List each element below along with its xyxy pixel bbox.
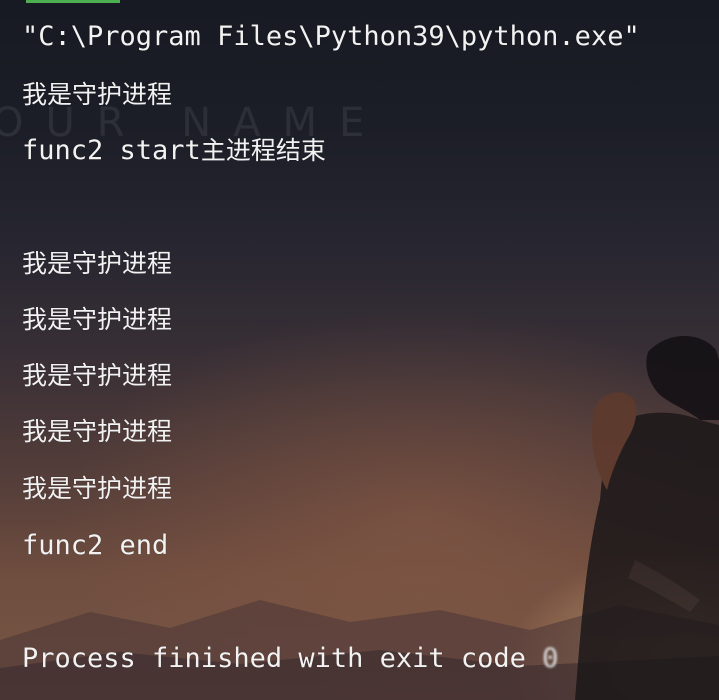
- console-line-daemon: 我是守护进程: [22, 474, 173, 503]
- console-line-daemon: 我是守护进程: [22, 305, 173, 334]
- console-text-main-end: 主进程结束: [200, 136, 326, 165]
- console-line-daemon: 我是守护进程: [22, 417, 173, 446]
- process-finished-text: Process finished with exit code: [22, 643, 543, 674]
- console-line-func2-end: func2 end: [22, 530, 169, 561]
- console-line-func2-start: func2 start主进程结束: [22, 134, 326, 168]
- console-line-daemon: 我是守护进程: [22, 80, 173, 109]
- console-line-daemon: 我是守护进程: [22, 249, 173, 278]
- character-silhouette: [575, 336, 719, 700]
- exit-code-value: 0: [542, 643, 559, 674]
- console-output-panel: OUR NAME "C:\Program Files\Python39\pyth…: [0, 0, 719, 700]
- console-line-process-finished: Process finished with exit code 0: [22, 642, 558, 676]
- console-line-daemon: 我是守护进程: [22, 361, 173, 390]
- console-line-command: "C:\Program Files\Python39\python.exe": [22, 21, 640, 52]
- active-tab-indicator: [26, 0, 120, 3]
- console-text-func2-start: func2 start: [22, 135, 201, 166]
